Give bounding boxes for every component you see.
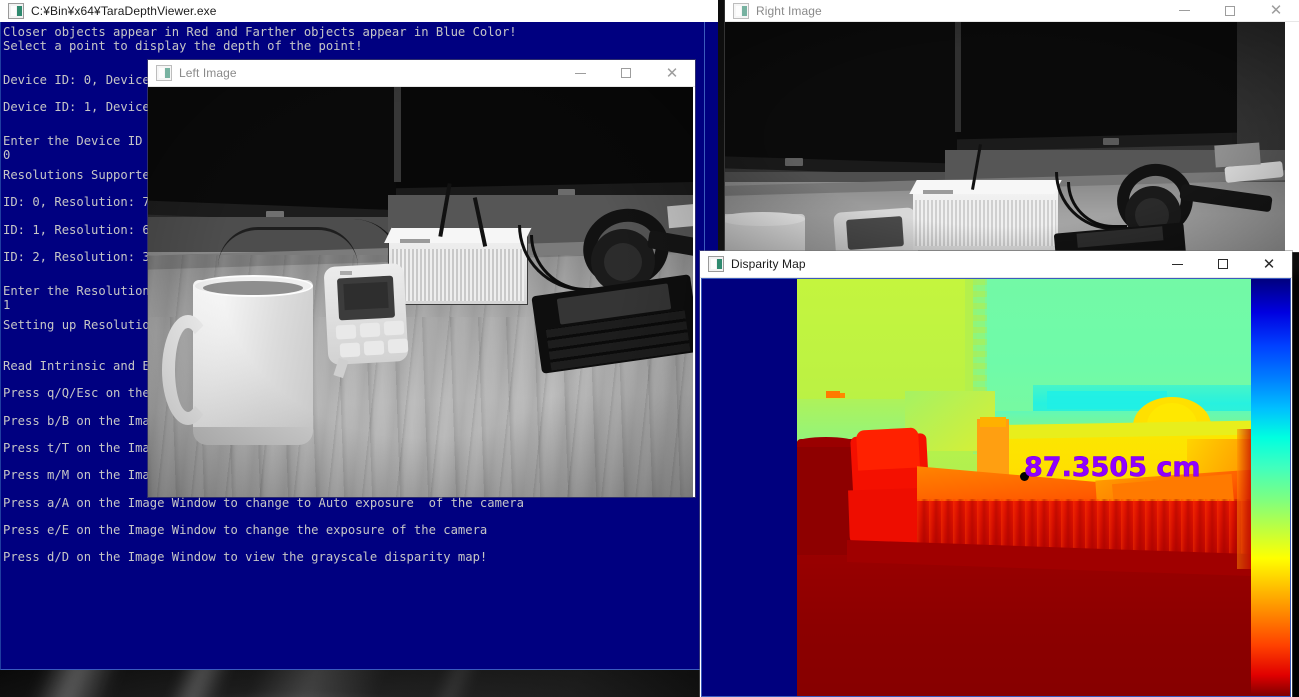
- app-icon: [8, 3, 24, 19]
- minimize-button[interactable]: [1161, 0, 1207, 21]
- maximize-button[interactable]: [1200, 251, 1246, 277]
- maximize-button[interactable]: [603, 60, 649, 86]
- left-image-title: Left Image: [179, 66, 237, 80]
- disparity-artifact: [826, 391, 840, 398]
- console-line: Press d/D on the Image Window to view th…: [3, 550, 488, 565]
- close-icon[interactable]: ✕: [1253, 0, 1299, 21]
- right-image-title: Right Image: [756, 3, 822, 18]
- minimize-button[interactable]: [557, 60, 603, 86]
- disparity-invalid-band: [702, 279, 797, 696]
- left-image-window[interactable]: Left Image ✕: [148, 60, 695, 497]
- window-controls: ✕: [1154, 251, 1292, 277]
- console-line: Press e/E on the Image Window to change …: [3, 522, 488, 537]
- app-icon: [156, 65, 172, 81]
- right-image-titlebar[interactable]: Right Image ✕: [725, 0, 1299, 22]
- disparity-colorbar: [1251, 279, 1290, 696]
- window-controls: ✕: [557, 60, 695, 86]
- left-image-view[interactable]: [148, 87, 693, 497]
- left-image-titlebar[interactable]: Left Image ✕: [148, 60, 695, 87]
- disparity-map-view[interactable]: 87.3505 cm: [701, 278, 1291, 697]
- depth-value-label: 87.3505 cm: [1024, 452, 1201, 484]
- console-line: Closer objects appear in Red and Farther…: [3, 25, 517, 39]
- console-line: Select a point to display the depth of t…: [3, 38, 363, 53]
- app-icon: [708, 256, 724, 272]
- minimize-button[interactable]: [1154, 251, 1200, 277]
- grayscale-scene-left: [148, 87, 693, 497]
- disparity-title: Disparity Map: [731, 257, 806, 271]
- maximize-button[interactable]: [1207, 0, 1253, 21]
- close-icon[interactable]: ✕: [649, 60, 695, 86]
- disparity-depth-image[interactable]: [797, 279, 1251, 696]
- disparity-map-window[interactable]: Disparity Map ✕ 87.3505 cm: [700, 251, 1292, 697]
- grayscale-scene-right: [725, 22, 1285, 252]
- console-titlebar[interactable]: C:¥Bin¥x64¥TaraDepthViewer.exe: [0, 0, 718, 22]
- right-image-view[interactable]: [725, 22, 1285, 252]
- right-image-window[interactable]: Right Image ✕: [725, 0, 1299, 252]
- window-controls: ✕: [1161, 0, 1299, 21]
- close-icon[interactable]: ✕: [1246, 251, 1292, 277]
- disparity-titlebar[interactable]: Disparity Map ✕: [700, 251, 1292, 278]
- app-icon: [733, 2, 749, 19]
- console-title: C:¥Bin¥x64¥TaraDepthViewer.exe: [31, 4, 217, 18]
